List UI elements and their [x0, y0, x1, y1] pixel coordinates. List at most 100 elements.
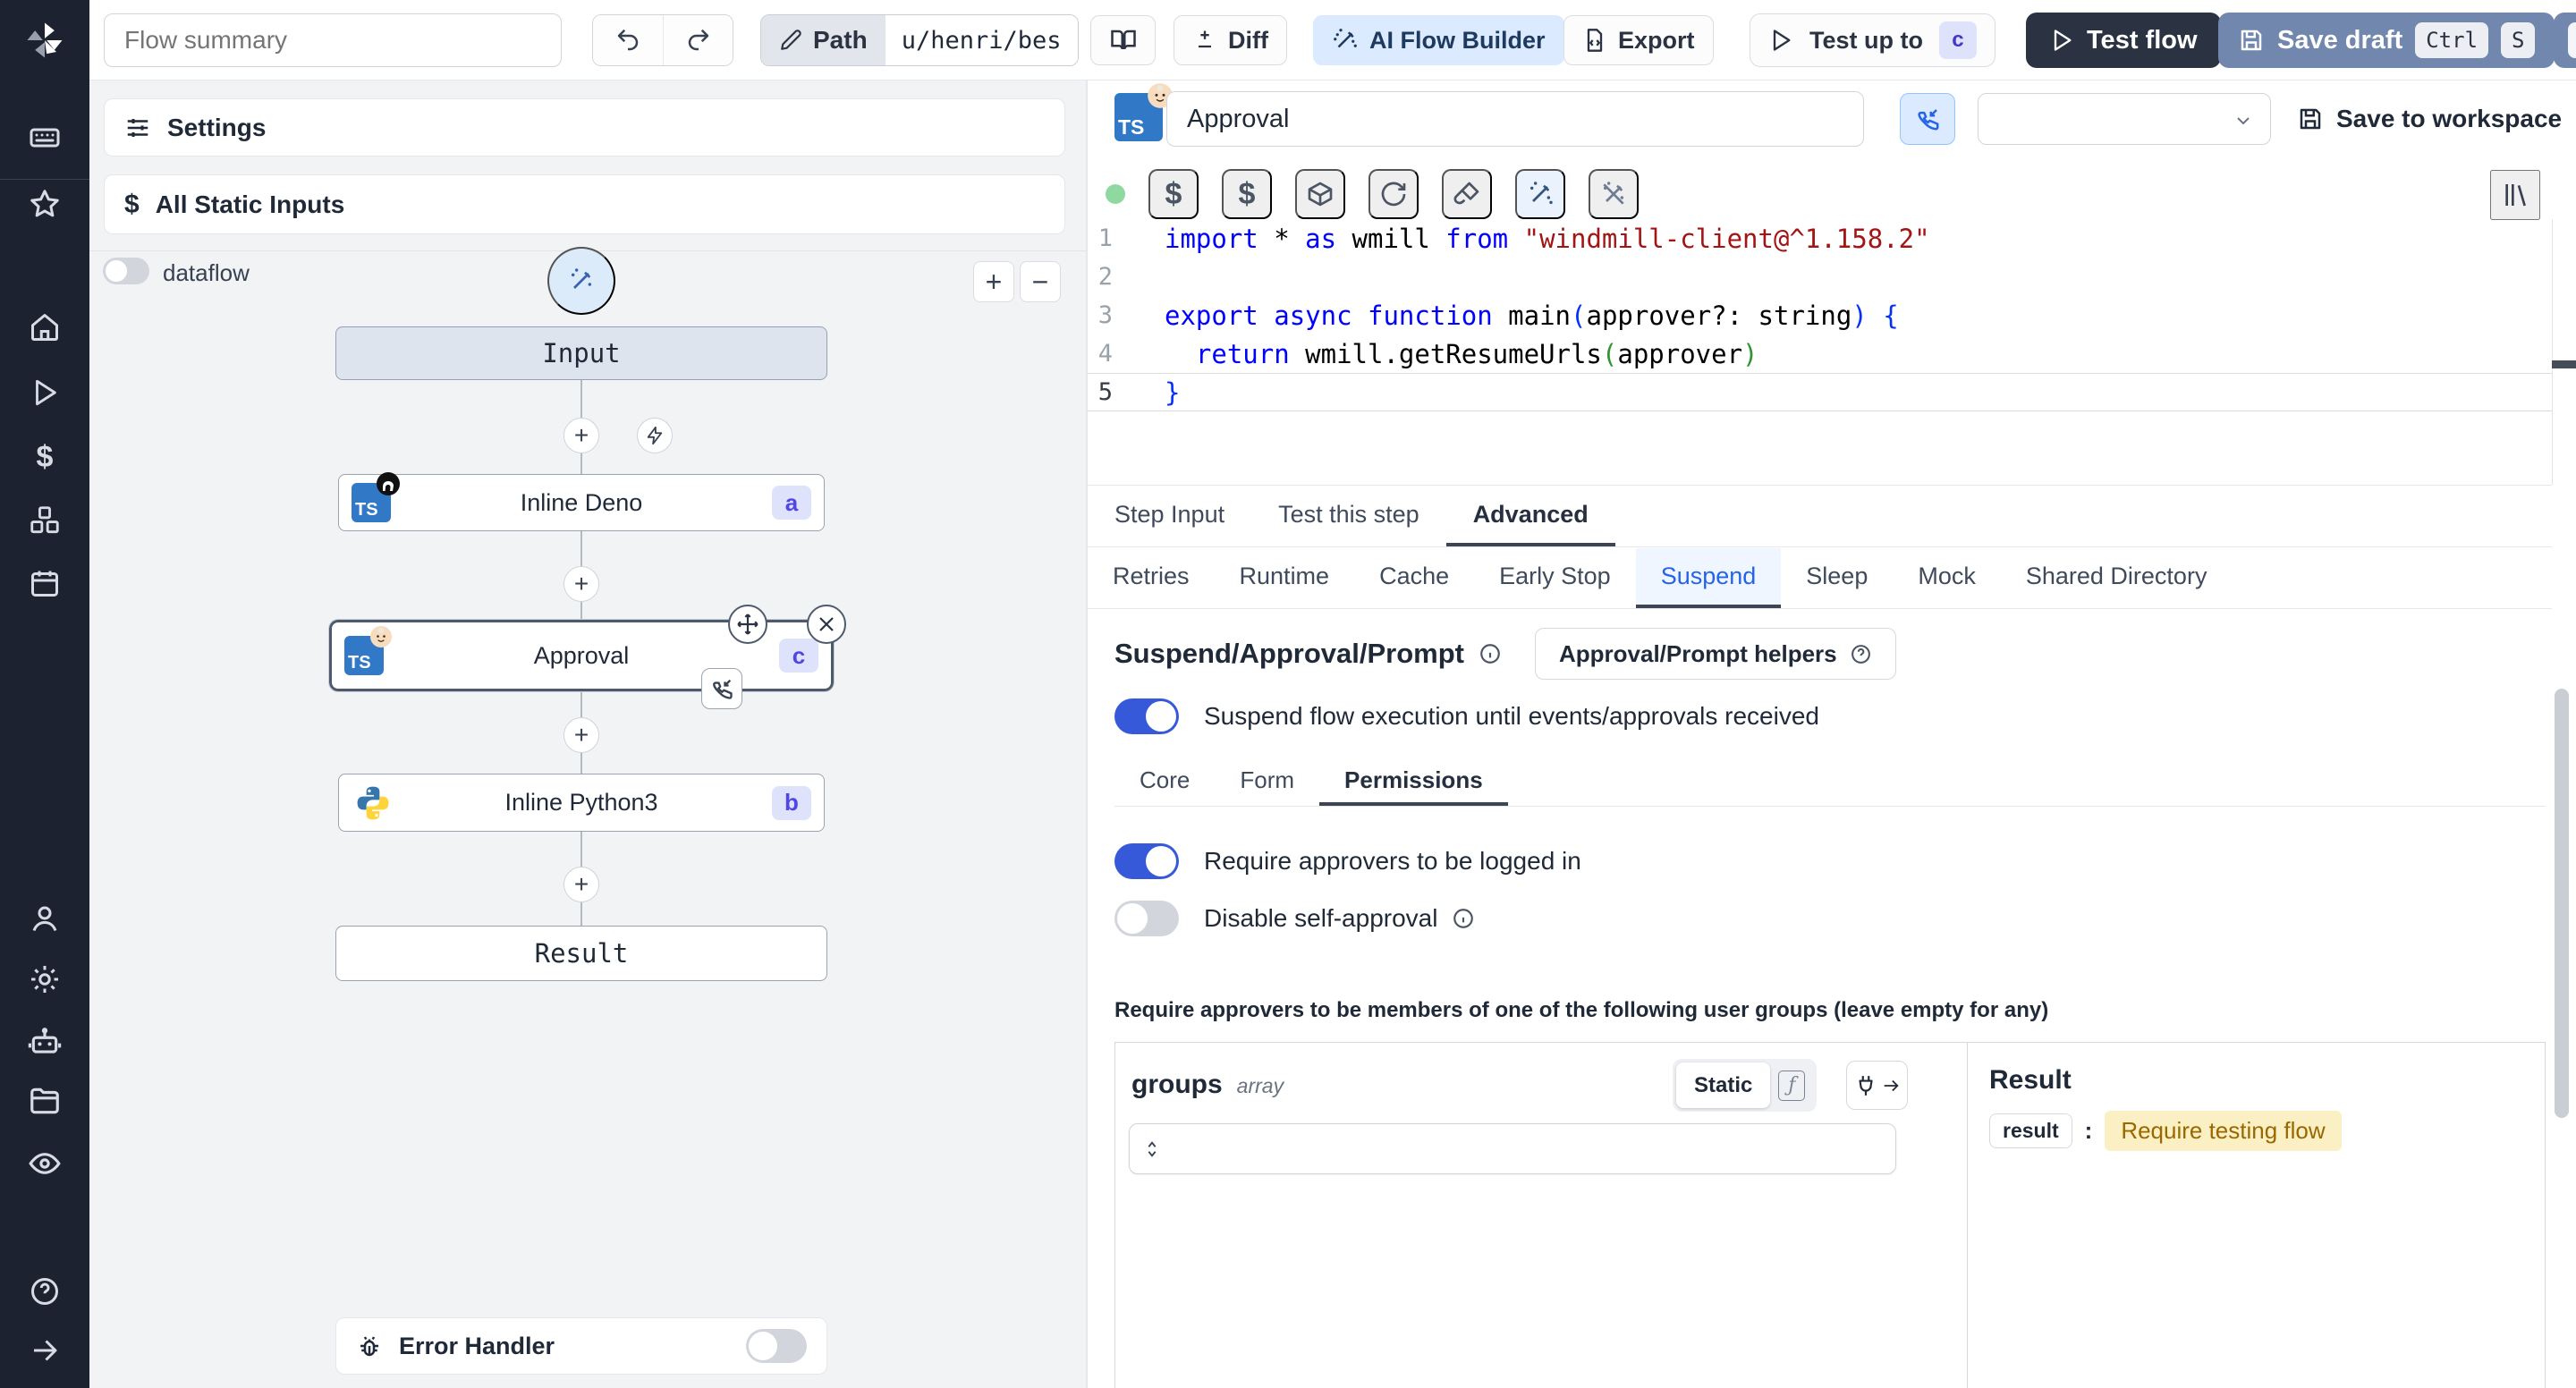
- tab-early-stop[interactable]: Early Stop: [1474, 548, 1636, 608]
- sidebar-item-help[interactable]: [0, 1263, 89, 1320]
- result-key-chip[interactable]: result: [1989, 1113, 2072, 1148]
- path-chip[interactable]: Path u/henri/bes: [760, 14, 1079, 66]
- sidebar-item-audit-logs[interactable]: [0, 1135, 89, 1192]
- eye-icon: [29, 1153, 61, 1174]
- flow-node-result[interactable]: Result: [335, 926, 827, 981]
- input-node-label: Input: [542, 338, 621, 368]
- redo-button[interactable]: [663, 15, 733, 65]
- sidebar-item-runs[interactable]: [0, 364, 89, 421]
- sidebar-item-settings[interactable]: [0, 951, 89, 1008]
- code-line[interactable]: 1 import * as wmill from "windmill-client…: [1088, 219, 2552, 258]
- sidebar-item-resources[interactable]: [0, 492, 89, 549]
- flow-node-input[interactable]: Input: [335, 326, 827, 380]
- tab-step-input[interactable]: Step Input: [1088, 486, 1251, 546]
- tab-sleep[interactable]: Sleep: [1781, 548, 1893, 608]
- tab-suspend[interactable]: Suspend: [1635, 548, 1782, 608]
- sidebar-item-folders[interactable]: [0, 1072, 89, 1130]
- disable-self-approval-toggle[interactable]: [1114, 901, 1179, 936]
- windmill-logo[interactable]: [0, 0, 89, 80]
- docs-button[interactable]: [1090, 15, 1156, 65]
- sidebar-item-favorites[interactable]: [0, 175, 89, 233]
- suspend-step-indicator-button[interactable]: [1900, 93, 1955, 145]
- format-code-button[interactable]: [1442, 169, 1492, 219]
- node-label: Inline Deno: [520, 488, 643, 516]
- sidebar-item-worker-groups[interactable]: [0, 1013, 89, 1071]
- code-line[interactable]: 5}: [1088, 373, 2552, 411]
- test-flow-button[interactable]: Test flow: [2026, 13, 2221, 68]
- script-version-select[interactable]: [1978, 93, 2271, 145]
- save-draft-button[interactable]: Save draft Ctrl S: [2218, 13, 2555, 68]
- ai-disabled-button[interactable]: [1589, 169, 1639, 219]
- save-to-workspace-button[interactable]: Save to workspace: [2297, 80, 2562, 157]
- tab-runtime[interactable]: Runtime: [1215, 548, 1355, 608]
- insert-step-button[interactable]: +: [564, 867, 599, 902]
- sidebar-item-home[interactable]: [0, 299, 89, 356]
- info-icon[interactable]: [1452, 907, 1475, 930]
- sidebar-item-schedules[interactable]: [0, 554, 89, 612]
- groups-array-input[interactable]: [1129, 1123, 1896, 1174]
- all-static-inputs-button[interactable]: $ All Static Inputs: [104, 174, 1065, 234]
- export-button[interactable]: Export: [1563, 15, 1714, 65]
- undo-button[interactable]: [593, 15, 663, 65]
- zoom-in-button[interactable]: +: [973, 261, 1014, 302]
- insert-step-button[interactable]: +: [564, 418, 599, 453]
- tab-retries[interactable]: Retries: [1088, 548, 1215, 608]
- package-button[interactable]: [1295, 169, 1345, 219]
- flow-summary-input[interactable]: [104, 13, 562, 67]
- sidebar-item-workers[interactable]: [0, 890, 89, 947]
- suspend-flow-toggle[interactable]: [1114, 698, 1179, 734]
- sidebar-item-apps[interactable]: [0, 109, 89, 166]
- flow-node-inline-deno[interactable]: TS Inline Deno a: [338, 472, 825, 531]
- flow-settings-button[interactable]: Settings: [104, 98, 1065, 157]
- sidebar-collapse-button[interactable]: [0, 1322, 89, 1379]
- step-name-input[interactable]: [1166, 91, 1864, 147]
- zoom-out-button[interactable]: −: [1020, 261, 1061, 302]
- approval-prompt-helpers-button[interactable]: Approval/Prompt helpers: [1535, 628, 1896, 680]
- insert-trigger-button[interactable]: [637, 418, 673, 453]
- ai-assist-button[interactable]: [1515, 169, 1565, 219]
- line-number: 5: [1097, 378, 1113, 406]
- connect-input-button[interactable]: [1846, 1061, 1908, 1110]
- tab-shared-directory[interactable]: Shared Directory: [2001, 548, 2233, 608]
- delete-node-button[interactable]: [807, 605, 846, 644]
- test-up-to-button[interactable]: Test up to c: [1750, 13, 1996, 67]
- insert-step-button[interactable]: +: [564, 717, 599, 753]
- error-handler-toggle[interactable]: [746, 1329, 807, 1363]
- code-editor[interactable]: 1 import * as wmill from "windmill-client…: [1088, 219, 2552, 485]
- info-icon[interactable]: [1479, 642, 1502, 665]
- result-panel-title: Result: [1989, 1065, 2072, 1095]
- tab-cache[interactable]: Cache: [1354, 548, 1474, 608]
- robot-icon: [28, 1028, 62, 1054]
- static-mode-option[interactable]: Static: [1676, 1062, 1771, 1108]
- window-scrollbar-thumb[interactable]: [2555, 689, 2569, 1118]
- move-node-button[interactable]: [728, 605, 767, 644]
- library-button[interactable]: [2490, 170, 2540, 220]
- sidebar-item-variables[interactable]: $: [0, 428, 89, 486]
- dataflow-toggle[interactable]: [103, 258, 149, 284]
- code-line[interactable]: 4 return wmill.getResumeUrls(approver): [1088, 334, 2552, 373]
- flow-node-inline-python3[interactable]: Inline Python3 b: [338, 774, 825, 832]
- insert-step-button[interactable]: +: [564, 566, 599, 602]
- tab-mock[interactable]: Mock: [1893, 548, 2001, 608]
- line-number: 1: [1097, 224, 1113, 252]
- code-line[interactable]: 2: [1088, 258, 2552, 296]
- tab-test-this-step[interactable]: Test this step: [1251, 486, 1446, 546]
- editor-scrollbar-track[interactable]: [2552, 219, 2553, 485]
- error-handler-row[interactable]: Error Handler: [335, 1317, 827, 1375]
- insert-resource-button[interactable]: $: [1222, 169, 1272, 219]
- tab-form[interactable]: Form: [1215, 758, 1319, 806]
- reload-button[interactable]: [1368, 169, 1419, 219]
- tab-advanced[interactable]: Advanced: [1445, 486, 1615, 546]
- ai-flow-builder-button[interactable]: AI Flow Builder: [1313, 15, 1564, 65]
- ai-assistant-button[interactable]: [547, 247, 615, 315]
- require-login-toggle[interactable]: [1114, 843, 1179, 879]
- tab-core[interactable]: Core: [1114, 758, 1215, 806]
- diff-button[interactable]: Diff: [1174, 15, 1287, 65]
- code-line[interactable]: 3 export async function main(approver?: s…: [1088, 296, 2552, 334]
- zap-icon: [647, 426, 663, 445]
- deploy-button-partial[interactable]: [2554, 13, 2576, 68]
- insert-variable-button[interactable]: $: [1148, 169, 1199, 219]
- javascript-mode-option[interactable]: ƒ: [1770, 1062, 1813, 1108]
- tab-permissions[interactable]: Permissions: [1319, 758, 1508, 806]
- redo-icon: [688, 29, 708, 51]
